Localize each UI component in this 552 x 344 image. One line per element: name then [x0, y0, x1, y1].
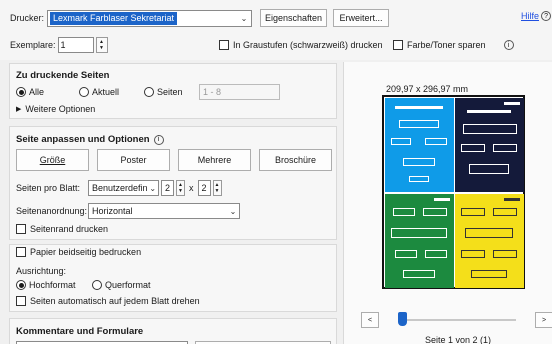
pages-panel: Zu druckende Seiten Alle Aktuell Seiten …: [9, 63, 337, 119]
copies-stepper[interactable]: ▲ ▼: [95, 37, 108, 53]
auto-rotate-label: Seiten automatisch auf jedem Blatt drehe…: [30, 296, 200, 306]
pages-label: Seiten: [157, 87, 183, 97]
current-label: Aktuell: [92, 87, 120, 97]
columns-input[interactable]: 2: [161, 180, 174, 196]
page-order-select[interactable]: Horizontal ⌄: [88, 203, 240, 219]
grayscale-label: In Graustufen (schwarzweiß) drucken: [233, 40, 383, 50]
current-radio[interactable]: [79, 87, 89, 97]
times-label: x: [189, 183, 194, 193]
pages-per-sheet-label: Seiten pro Blatt:: [16, 183, 81, 193]
advanced-button[interactable]: Erweitert...: [333, 9, 390, 27]
portrait-label: Hochformat: [29, 280, 76, 290]
preview-tile: [385, 194, 454, 288]
grayscale-checkbox[interactable]: [219, 40, 229, 50]
copies-input[interactable]: 1: [57, 37, 94, 53]
pages-radio[interactable]: [144, 87, 154, 97]
triangle-right-icon[interactable]: ▶: [16, 105, 21, 113]
all-label: Alle: [29, 87, 45, 97]
page-range-input[interactable]: 1 - 8: [199, 84, 280, 100]
prev-page-button[interactable]: <: [361, 312, 379, 328]
chevron-down-icon: ⌄: [229, 206, 237, 216]
chevron-right-icon: >: [541, 316, 547, 324]
portrait-radio[interactable]: [16, 280, 26, 290]
chevron-left-icon: <: [367, 316, 373, 324]
sizing-title: Seite anpassen und Optionen: [16, 134, 150, 145]
chevron-down-icon: ⌄: [240, 13, 248, 23]
preview-tile: [455, 98, 524, 192]
next-page-button[interactable]: >: [535, 312, 552, 328]
printer-label: Drucker:: [10, 13, 45, 23]
comments-panel: Kommentare und Formulare: [9, 318, 337, 344]
auto-rotate-checkbox[interactable]: [16, 296, 26, 306]
duplex-label: Papier beidseitig bedrucken: [30, 247, 142, 257]
landscape-label: Querformat: [105, 280, 151, 290]
info-icon[interactable]: i: [503, 40, 514, 50]
orientation-panel: Papier beidseitig bedrucken Ausrichtung:…: [9, 244, 337, 312]
rows-stepper[interactable]: ▲ ▼: [212, 180, 222, 196]
page-order-label: Seitenanordnung:: [16, 206, 88, 216]
page-slider-thumb[interactable]: [398, 312, 407, 326]
info-icon[interactable]: i: [153, 134, 164, 145]
landscape-radio[interactable]: [92, 280, 102, 290]
save-toner-label: Farbe/Toner sparen: [407, 40, 486, 50]
pages-title: Zu druckende Seiten: [16, 70, 110, 81]
help-icon[interactable]: ?: [541, 11, 552, 21]
comments-title: Kommentare und Formulare: [16, 326, 144, 337]
print-border-checkbox[interactable]: [16, 224, 26, 234]
preview-tile: [385, 98, 454, 192]
printer-selected-value: Lexmark Farblaser Sekretariat: [50, 11, 178, 25]
preview-tile: [455, 194, 524, 288]
print-border-label: Seitenrand drucken: [30, 224, 109, 234]
help-link[interactable]: Hilfe: [521, 11, 539, 21]
chevron-down-icon: ⌄: [149, 183, 157, 193]
properties-button[interactable]: Eigenschaften: [260, 9, 328, 27]
preview-page: [382, 95, 525, 289]
multiple-button[interactable]: Mehrere: [178, 149, 251, 171]
orientation-label: Ausrichtung:: [16, 266, 67, 276]
copies-label: Exemplare:: [10, 40, 56, 50]
duplex-checkbox[interactable]: [16, 247, 26, 257]
page-slider-track[interactable]: [400, 319, 516, 321]
save-toner-checkbox[interactable]: [393, 40, 403, 50]
sizing-panel: Seite anpassen und Optionen i Größe Post…: [9, 126, 337, 240]
page-info-label: Seite 1 von 2 (1): [425, 335, 492, 344]
printer-header: Drucker: Lexmark Farblaser Sekretariat ⌄…: [0, 0, 552, 60]
paper-size-label: 209,97 x 296,97 mm: [386, 84, 469, 94]
booklet-button[interactable]: Broschüre: [259, 149, 332, 171]
printer-select[interactable]: Lexmark Farblaser Sekretariat ⌄: [47, 9, 253, 27]
rows-input[interactable]: 2: [197, 180, 211, 196]
pages-per-sheet-select[interactable]: Benutzerdefin ⌄: [88, 180, 159, 196]
columns-stepper[interactable]: ▲ ▼: [176, 180, 185, 196]
all-radio[interactable]: [16, 87, 26, 97]
more-options-label[interactable]: Weitere Optionen: [25, 104, 95, 114]
poster-button[interactable]: Poster: [97, 149, 170, 171]
print-preview: 209,97 x 296,97 mm < > Seite 1 von 2 (1): [343, 62, 552, 344]
size-button[interactable]: Größe: [16, 149, 89, 171]
